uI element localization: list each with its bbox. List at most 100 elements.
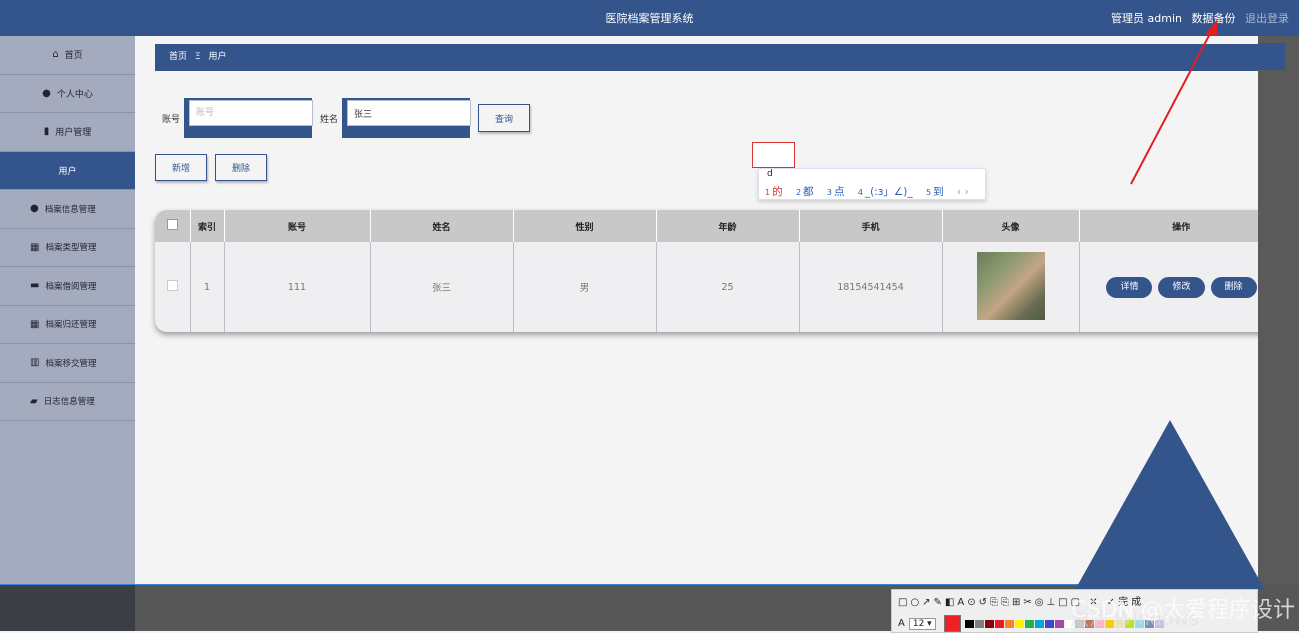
breadcrumb-home[interactable]: 首页 <box>169 52 187 62</box>
color-swatch[interactable] <box>994 619 1004 628</box>
sidebar-item-label: 首页 <box>64 51 83 62</box>
search-form: 账号 姓名 查询 <box>162 98 531 138</box>
grid-icon: ▦ <box>30 318 40 330</box>
briefcase-icon: ▬ <box>30 280 40 292</box>
overlay-blue-block <box>1258 43 1285 70</box>
breadcrumb-separator-icon: Ξ <box>194 52 201 62</box>
sidebar-item-label: 用户管理 <box>55 128 92 139</box>
ime-candidate[interactable]: 2都 <box>796 186 814 198</box>
ime-composition-box[interactable] <box>752 142 795 168</box>
query-button[interactable]: 查询 <box>478 104 531 132</box>
cell-gender: 男 <box>513 242 657 332</box>
csdn-watermark: CSDN @太爱程序设计 <box>1071 598 1295 623</box>
action-row: 新增 删除 <box>155 154 268 181</box>
toolbar-style-row: A 12 ▾ <box>898 615 1164 632</box>
color-swatch[interactable] <box>1004 619 1014 628</box>
color-swatch[interactable] <box>964 619 974 628</box>
row-select-cell[interactable] <box>155 242 191 332</box>
sidebar-item-user-management[interactable]: ▮ 用户管理 <box>0 113 135 152</box>
select-all-checkbox[interactable] <box>166 219 178 230</box>
current-color-swatch[interactable] <box>943 615 961 632</box>
sidebar-item-archive-info[interactable]: ● 档案信息管理 <box>0 190 135 229</box>
cell-account: 111 <box>224 242 371 332</box>
ime-candidate[interactable]: 3点 <box>827 186 845 198</box>
column-header: 索引 <box>190 210 225 242</box>
cell-actions: 详情 修改 删除 <box>1079 242 1284 332</box>
column-header: 账号 <box>224 210 371 242</box>
column-header: 年龄 <box>656 210 800 242</box>
font-size-select[interactable]: 12 ▾ <box>908 617 936 630</box>
sidebar-item-label: 档案移交管理 <box>45 358 97 369</box>
cell-index: 1 <box>190 242 225 332</box>
ime-page-nav-icon[interactable]: ‹ › <box>957 186 969 198</box>
comment-icon: ▰ <box>30 395 38 407</box>
color-swatch[interactable] <box>984 619 994 628</box>
person-icon: ● <box>30 203 39 215</box>
color-swatch[interactable] <box>1054 619 1064 628</box>
sidebar-item-archive-return[interactable]: ▦ 档案归还管理 <box>0 306 135 344</box>
sidebar-item-log-info[interactable]: ▰ 日志信息管理 <box>0 383 135 421</box>
name-label: 姓名 <box>320 114 339 125</box>
sidebar-item-label: 档案信息管理 <box>44 204 96 215</box>
overlay-bottom-left <box>0 585 135 631</box>
font-icon: A <box>898 618 905 629</box>
sidebar-item-home[interactable]: ⌂ 首页 <box>0 36 135 75</box>
cell-age: 25 <box>656 242 800 332</box>
ime-candidate-bar: d 1的 2都 3点 4 _(:з」∠)_ 5到 ‹ › <box>758 168 986 200</box>
column-header: 头像 <box>942 210 1080 242</box>
breadcrumb: 首页 Ξ 用户 <box>155 44 1285 71</box>
column-header: 姓名 <box>370 210 514 242</box>
sidebar-item-label: 档案归还管理 <box>45 320 97 331</box>
ime-candidate[interactable]: 4 _(:з」∠)_ <box>858 186 913 198</box>
color-swatch[interactable] <box>1024 619 1034 628</box>
table-row: 1 111 张三 男 25 18154541454 详情 修改 删除 <box>155 242 1284 332</box>
column-header: 操作 <box>1079 210 1284 242</box>
book-icon: ▮ <box>43 126 50 138</box>
select-all-header[interactable] <box>155 210 191 242</box>
sidebar-item-label: 档案借阅管理 <box>45 281 97 292</box>
account-input[interactable] <box>189 100 314 126</box>
add-button[interactable]: 新增 <box>155 154 208 181</box>
details-button[interactable]: 详情 <box>1106 276 1153 298</box>
avatar <box>976 251 1045 320</box>
sidebar-item-users[interactable]: 用户 <box>0 151 135 190</box>
grid-icon: ▦ <box>30 241 40 253</box>
column-header: 性别 <box>513 210 657 242</box>
breadcrumb-current: 用户 <box>208 52 227 62</box>
table-header-row: 索引 账号 姓名 性别 年龄 手机 头像 操作 <box>155 210 1284 242</box>
bar-chart-icon: ▥ <box>30 357 40 369</box>
name-input[interactable] <box>347 100 472 126</box>
color-swatch[interactable] <box>1044 619 1054 628</box>
cell-phone: 18154541454 <box>799 242 943 332</box>
color-swatch[interactable] <box>974 619 984 628</box>
sidebar-item-label: 档案类型管理 <box>45 243 97 254</box>
edit-button[interactable]: 修改 <box>1158 276 1205 298</box>
sidebar-item-label: 日志信息管理 <box>43 397 95 408</box>
user-icon: ● <box>42 87 51 99</box>
row-checkbox[interactable] <box>166 280 178 291</box>
ime-candidates: 1的 2都 3点 4 _(:з」∠)_ 5到 ‹ › <box>765 184 979 199</box>
sidebar-item-label: 用户 <box>58 166 77 177</box>
ime-candidate[interactable]: 5到 <box>926 186 944 198</box>
row-delete-button[interactable]: 删除 <box>1210 276 1257 298</box>
ime-popup: d 1的 2都 3点 4 _(:з」∠)_ 5到 ‹ › <box>752 142 986 200</box>
sidebar: ⌂ 首页 ● 个人中心 ▮ 用户管理 用户 ● 档案信息管理 ▦ 档案类型管理 … <box>0 36 135 585</box>
triangle-shape <box>1075 420 1265 590</box>
color-palette <box>964 619 1164 628</box>
ime-typed-text: d <box>767 169 773 179</box>
color-swatch[interactable] <box>1034 619 1044 628</box>
annotation-arrow-icon <box>1130 20 1217 185</box>
cell-avatar <box>942 242 1080 332</box>
sidebar-item-archive-type[interactable]: ▦ 档案类型管理 <box>0 229 135 267</box>
logout-link[interactable]: 退出登录 <box>1245 12 1289 25</box>
ime-candidate[interactable]: 1的 <box>765 186 783 198</box>
sidebar-item-archive-transfer[interactable]: ▥ 档案移交管理 <box>0 344 135 383</box>
home-icon: ⌂ <box>52 49 59 61</box>
sidebar-item-archive-borrow[interactable]: ▬ 档案借阅管理 <box>0 267 135 306</box>
account-label: 账号 <box>162 114 181 125</box>
sidebar-item-profile[interactable]: ● 个人中心 <box>0 75 135 113</box>
top-bar: 医院档案管理系统 管理员 admin 数据备份 退出登录 <box>0 0 1299 36</box>
color-swatch[interactable] <box>1014 619 1024 628</box>
name-input-wrapper <box>342 98 472 138</box>
delete-button[interactable]: 删除 <box>215 154 268 181</box>
